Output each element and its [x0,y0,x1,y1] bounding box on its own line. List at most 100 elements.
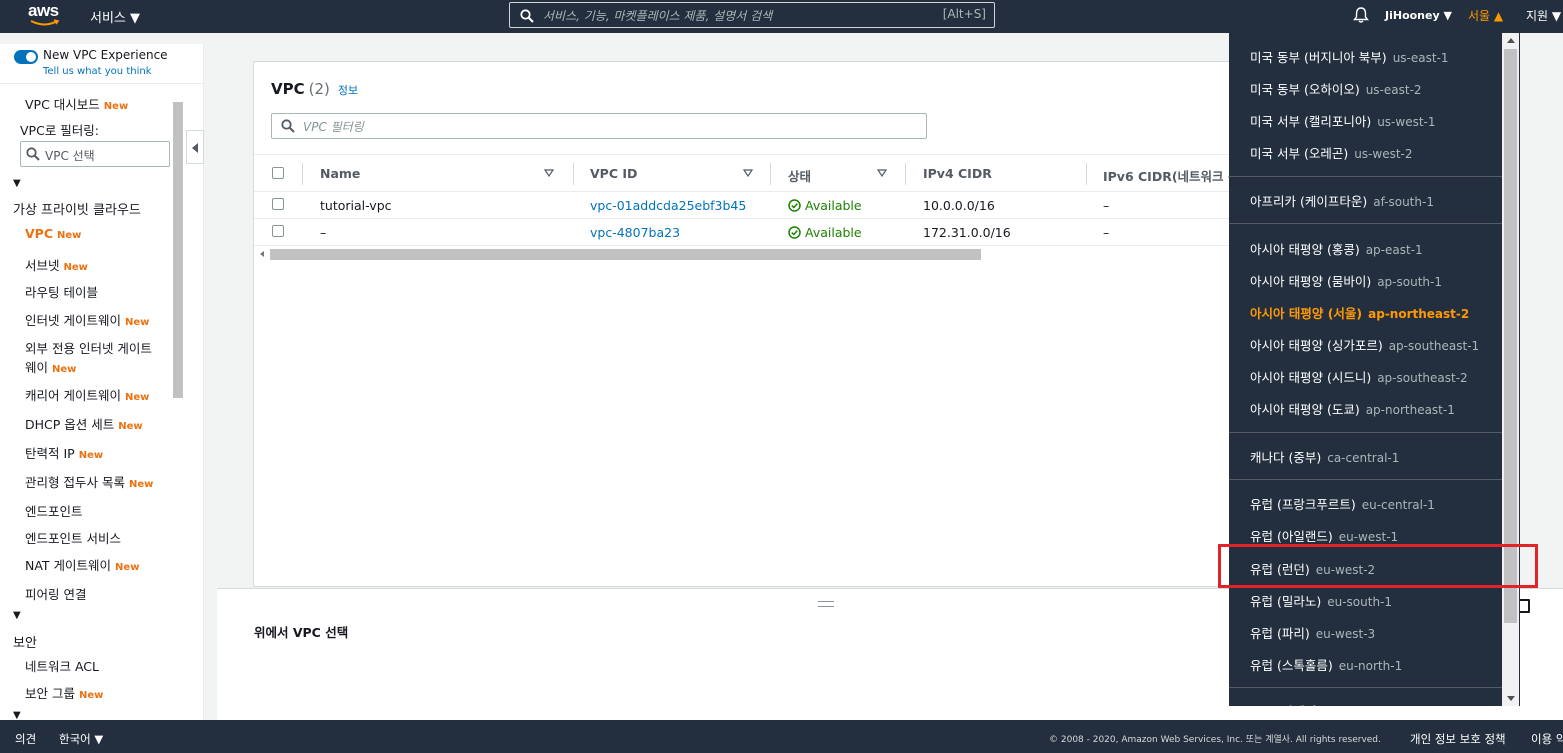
sidebar-security-item-1[interactable]: 네트워크 ACL [25,656,99,675]
caret-down-icon[interactable]: ▼ [13,710,21,720]
cell-status: Available [788,198,862,213]
region-option-eu-central-1[interactable]: 유럽 (프랑크푸르트) eu-central-1 [1250,494,1435,513]
language-selector[interactable]: 한국어 ▼ [59,731,103,747]
region-option-ca-central-1[interactable]: 캐나다 (중부) ca-central-1 [1250,447,1399,466]
region-selector[interactable]: 서울 ▲ [1468,7,1503,24]
region-option-us-west-1[interactable]: 미국 서부 (캘리포니아) us-west-1 [1250,111,1436,130]
sidebar-item-14[interactable]: 피어링 연결 [25,584,86,603]
sidebar-item-label: 엔드포인트 [25,504,83,519]
services-menu[interactable]: 서비스 ▼ [90,7,140,26]
sort-caret-icon[interactable] [743,169,753,177]
region-option-eu-south-1[interactable]: 유럽 (밀라노) eu-south-1 [1250,591,1392,610]
sidebar-item-13[interactable]: NAT 게이트웨이 New [25,555,139,574]
sidebar-item-4[interactable]: 인터넷 게이트웨이 New [25,310,149,329]
region-code: us-west-1 [1377,115,1436,129]
sidebar-item-12[interactable]: 엔드포인트 서비스 [25,528,121,547]
region-code: us-west-2 [1354,147,1413,161]
region-name: 아시아 태평양 (싱가포르) [1250,338,1383,353]
caret-down-icon[interactable]: ▼ [13,610,21,621]
cell-vpc-id-link[interactable]: vpc-4807ba23 [590,225,680,240]
sidebar-item-2[interactable]: 서브넷 New [25,255,88,274]
sidebar-item-6[interactable]: 웨이 New [25,357,76,376]
sidebar-item-label: 캐리어 게이트웨이 [25,388,121,403]
region-option-ap-northeast-1[interactable]: 아시아 태평양 (도쿄) ap-northeast-1 [1250,399,1455,418]
column-header-ipv6-cidr[interactable]: IPv6 CIDR(네트워크 경 [1103,166,1239,185]
sidebar-item-11[interactable]: 엔드포인트 [25,501,83,520]
scroll-left-arrow[interactable] [260,251,264,257]
select-all-checkbox[interactable] [272,167,284,179]
info-link[interactable]: 정보 [338,84,358,97]
split-drag-handle[interactable] [818,601,834,607]
vpc-select-input[interactable]: VPC 선택 [20,141,170,167]
sidebar-divider [0,83,203,84]
scroll-up-arrow[interactable] [1507,38,1515,43]
region-option-eu-west-3[interactable]: 유럽 (파리) eu-west-3 [1250,623,1375,642]
sidebar-item-10[interactable]: 관리형 접두사 목록 New [25,472,153,491]
column-header-vpc-id[interactable]: VPC ID [590,166,637,181]
vpc-filter-input[interactable]: VPC 필터링 [271,113,927,139]
terms-link[interactable]: 이용 약관 [1531,731,1563,747]
region-option-ap-south-1[interactable]: 아시아 태평양 (뭄바이) ap-south-1 [1250,271,1442,290]
region-scroll-thumb[interactable] [1504,49,1517,623]
region-name: 미국 서부 (캘리포니아) [1250,114,1372,129]
sidebar-item-3[interactable]: 라우팅 테이블 [25,282,98,301]
table-row[interactable]: tutorial-vpc vpc-01addcda25ebf3b45 Availab… [254,192,1254,219]
sort-caret-icon[interactable] [877,169,887,177]
bell-icon[interactable] [1352,6,1370,24]
table-scroll-thumb[interactable] [270,249,981,260]
collapse-sidebar-button[interactable] [186,130,204,164]
copyright-text: © 2008 - 2020, Amazon Web Services, Inc.… [1049,735,1381,745]
region-option-ap-southeast-1[interactable]: 아시아 태평양 (싱가포르) ap-southeast-1 [1250,335,1479,354]
sidebar-item-8[interactable]: DHCP 옵션 세트 New [25,414,143,433]
user-menu[interactable]: JiHooney ▼ [1385,9,1452,22]
aws-logo[interactable]: aws [28,1,62,29]
sidebar-item-1[interactable]: VPC New [25,226,81,241]
feedback-button[interactable]: 의견 [15,731,36,747]
privacy-policy-link[interactable]: 개인 정보 보호 정책 [1410,731,1506,747]
column-header-name[interactable]: Name [320,166,360,181]
column-header-status[interactable]: 상태 [788,166,811,185]
sidebar-item-9[interactable]: 탄력적 IP New [25,443,103,462]
feedback-link[interactable]: Tell us what you think [43,66,152,77]
region-option-me-south-1[interactable]: 중동 (바레인) me-south-1 [1250,701,1396,706]
sort-caret-icon[interactable] [544,169,554,177]
sidebar-scroll-thumb[interactable] [173,102,183,398]
region-option-eu-north-1[interactable]: 유럽 (스톡홀름) eu-north-1 [1250,655,1402,674]
sidebar-scrollbar[interactable] [172,88,183,720]
region-name: 유럽 (아일랜드) [1250,529,1333,544]
scroll-down-arrow[interactable] [1507,696,1515,701]
region-dropdown-scrollbar[interactable] [1502,33,1519,706]
row-checkbox[interactable] [272,198,284,210]
sidebar-item-7[interactable]: 캐리어 게이트웨이 New [25,385,149,404]
region-option-ap-southeast-2[interactable]: 아시아 태평양 (시드니) ap-southeast-2 [1250,367,1468,386]
new-badge: New [115,562,140,573]
sidebar-item-5[interactable]: 외부 전용 인터넷 게이트 [25,338,152,357]
sidebar-item-dashboard[interactable]: VPC 대시보드 New [25,94,128,113]
region-option-us-west-2[interactable]: 미국 서부 (오레곤) us-west-2 [1250,143,1413,162]
table-row[interactable]: – vpc-4807ba23 Available 172.31.0.0/16 – [254,219,1254,246]
section-virtual-private-cloud[interactable]: 가상 프라이빗 클라우드 [13,199,141,218]
caret-down-icon[interactable]: ▼ [13,178,21,189]
row-checkbox[interactable] [272,225,284,237]
region-option-us-east-1[interactable]: 미국 동부 (버지니아 북부) us-east-1 [1250,47,1449,66]
section-security[interactable]: 보안 [13,632,37,651]
global-search-input[interactable]: 서비스, 기능, 마켓플레이스 제품, 설명서 검색 [Alt+S] [509,2,995,28]
new-badge: New [124,317,150,328]
region-name: 아프리카 (케이프타운) [1250,194,1368,209]
region-option-ap-northeast-2[interactable]: 아시아 태평양 (서울) ap-northeast-2 [1250,303,1469,322]
region-option-us-east-2[interactable]: 미국 동부 (오하이오) us-east-2 [1250,79,1422,98]
sidebar-item-label: 라우팅 테이블 [25,285,98,300]
region-option-ap-east-1[interactable]: 아시아 태평양 (홍콩) ap-east-1 [1250,239,1423,258]
cell-ipv4-cidr: 10.0.0.0/16 [923,198,995,213]
search-placeholder: 서비스, 기능, 마켓플레이스 제품, 설명서 검색 [543,9,773,23]
cell-vpc-id-link[interactable]: vpc-01addcda25ebf3b45 [590,198,746,213]
region-option-af-south-1[interactable]: 아프리카 (케이프타운) af-south-1 [1250,191,1434,210]
column-header-ipv4-cidr[interactable]: IPv4 CIDR [923,166,992,181]
region-option-eu-west-1[interactable]: 유럽 (아일랜드) eu-west-1 [1250,526,1398,545]
region-code: eu-south-1 [1327,595,1393,609]
support-menu[interactable]: 지원 ▼ [1526,7,1561,24]
column-divider [1086,163,1087,185]
table-horizontal-scrollbar[interactable] [258,248,1248,260]
toggle-switch[interactable] [14,50,38,64]
sidebar-security-item-2[interactable]: 보안 그룹 New [25,683,103,702]
